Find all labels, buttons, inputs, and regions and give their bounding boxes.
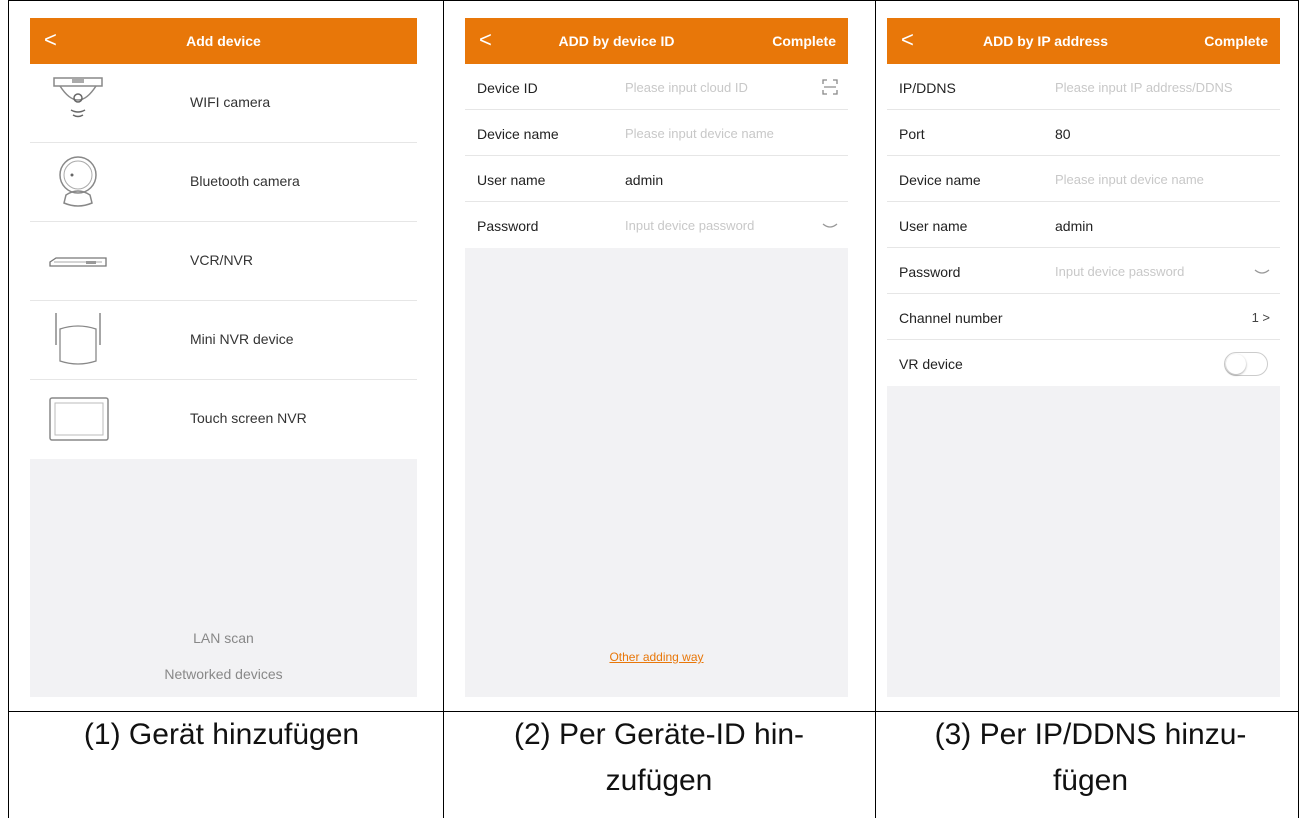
field-label: Device ID: [477, 80, 538, 96]
ip-form: IP/DDNS Please input IP address/DDNS Por…: [887, 64, 1280, 386]
device-id-form: Device ID Please input cloud ID Device n…: [465, 64, 848, 248]
caption-line: (1) Gerät hinzufügen: [83, 718, 360, 751]
caption-1: (1) Gerät hinzufügen: [0, 712, 443, 758]
nvr-recorder-icon: [49, 257, 107, 267]
device-name-input[interactable]: Please input device name: [625, 126, 774, 141]
password-input[interactable]: Input device password: [625, 218, 754, 233]
port-row: Port 80: [887, 110, 1280, 156]
ip-ddns-input[interactable]: Please input IP address/DDNS: [1055, 80, 1233, 95]
list-item-label: Touch screen NVR: [190, 410, 307, 426]
add-by-ip-screen: < ADD by IP address Complete IP/DDNS Ple…: [887, 18, 1280, 697]
toggle-knob: [1226, 354, 1246, 374]
list-item-label: WIFI camera: [190, 94, 271, 110]
frame-right: [1298, 0, 1299, 818]
list-item-label: Mini NVR device: [190, 331, 294, 347]
list-item-mini-nvr[interactable]: Mini NVR device: [30, 301, 417, 380]
channel-number-value: 1 >: [1251, 310, 1270, 325]
complete-button[interactable]: Complete: [772, 33, 836, 49]
page-title: ADD by IP address: [982, 33, 1108, 49]
networked-devices-link[interactable]: Networked devices: [30, 666, 417, 682]
device-type-list: WIFI camera Bluetooth camera VCR/NVR Min…: [30, 64, 417, 459]
ip-ddns-row: IP/DDNS Please input IP address/DDNS: [887, 64, 1280, 110]
add-by-device-id-screen: < ADD by device ID Complete Device ID Pl…: [465, 18, 848, 697]
channel-number-row[interactable]: Channel number 1 >: [887, 294, 1280, 340]
password-input[interactable]: Input device password: [1055, 264, 1184, 279]
port-input[interactable]: 80: [1055, 126, 1071, 142]
frame-divider-1: [443, 0, 444, 818]
field-label: Device name: [899, 172, 981, 188]
user-name-row: User name admin: [465, 156, 848, 202]
list-item-label: VCR/NVR: [190, 252, 254, 268]
field-label: Device name: [477, 126, 559, 142]
list-item-bluetooth-camera[interactable]: Bluetooth camera: [30, 143, 417, 222]
frame-left: [8, 0, 9, 818]
frame-divider-2: [875, 0, 876, 818]
caption-3: (3) Per IP/DDNS hinzu- fügen: [875, 712, 1306, 804]
navbar: < Add device: [30, 18, 417, 64]
device-name-input[interactable]: Please input device name: [1055, 172, 1204, 187]
caption-line: fügen: [1052, 764, 1129, 797]
page-title: Add device: [186, 33, 261, 49]
field-label: User name: [899, 218, 968, 234]
add-device-screen: < Add device WIFI camera Bluetooth camer…: [30, 18, 417, 697]
user-name-input[interactable]: admin: [1055, 218, 1093, 234]
field-label: VR device: [899, 356, 963, 372]
list-item-vcr-nvr[interactable]: VCR/NVR: [30, 222, 417, 301]
scan-qr-icon[interactable]: [822, 79, 838, 95]
device-name-row: Device name Please input device name: [887, 156, 1280, 202]
complete-button[interactable]: Complete: [1204, 33, 1268, 49]
wifi-camera-icon: [53, 77, 103, 118]
vr-device-toggle[interactable]: [1224, 352, 1268, 376]
device-id-row: Device ID Please input cloud ID: [465, 64, 848, 110]
caption-line: (3) Per IP/DDNS hinzu-: [934, 718, 1247, 751]
navbar: < ADD by device ID Complete: [465, 18, 848, 64]
user-name-input[interactable]: admin: [625, 172, 663, 188]
list-item-touch-screen-nvr[interactable]: Touch screen NVR: [30, 380, 417, 459]
device-id-input[interactable]: Please input cloud ID: [625, 80, 748, 95]
caption-line: zufügen: [605, 764, 713, 797]
password-row: Password Input device password: [887, 248, 1280, 294]
field-label: User name: [477, 172, 546, 188]
caption-line: (2) Per Geräte-ID hin-: [513, 718, 805, 751]
frame-top: [8, 0, 1299, 1]
field-label: Password: [477, 218, 539, 234]
field-label: IP/DDNS: [899, 80, 956, 96]
list-item-label: Bluetooth camera: [190, 173, 300, 189]
list-item-wifi-camera[interactable]: WIFI camera: [30, 64, 417, 143]
field-label: Port: [899, 126, 925, 142]
page-title: ADD by device ID: [558, 33, 675, 49]
user-name-row: User name admin: [887, 202, 1280, 248]
mini-nvr-icon: [55, 313, 101, 365]
password-row: Password Input device password: [465, 202, 848, 248]
field-label: Channel number: [899, 310, 1003, 326]
eye-closed-icon[interactable]: [1254, 268, 1270, 276]
touch-screen-nvr-icon: [49, 397, 109, 441]
eye-closed-icon[interactable]: [822, 222, 838, 230]
field-label: Password: [899, 264, 961, 280]
bluetooth-camera-icon: [59, 156, 97, 207]
other-adding-way-link[interactable]: Other adding way: [465, 650, 848, 664]
navbar: < ADD by IP address Complete: [887, 18, 1280, 64]
lan-scan-link[interactable]: LAN scan: [30, 630, 417, 646]
device-name-row: Device name Please input device name: [465, 110, 848, 156]
vr-device-row: VR device: [887, 340, 1280, 386]
caption-2: (2) Per Geräte-ID hin- zufügen: [443, 712, 875, 804]
